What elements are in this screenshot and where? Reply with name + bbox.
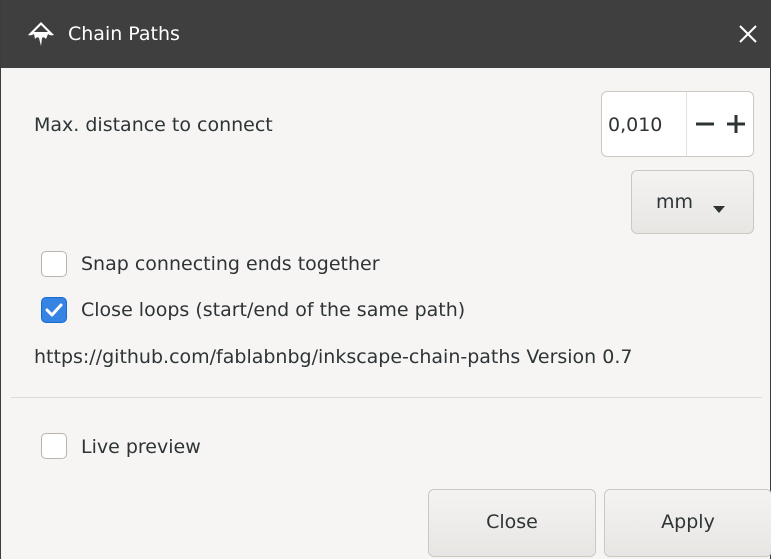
close-loops-label[interactable]: Close loops (start/end of the same path) [81, 298, 465, 322]
live-preview-label[interactable]: Live preview [81, 435, 201, 459]
close-icon[interactable] [734, 20, 762, 48]
separator [11, 397, 762, 398]
checkmark-icon [45, 303, 63, 317]
apply-button[interactable]: Apply [604, 489, 771, 557]
snap-label[interactable]: Snap connecting ends together [81, 252, 380, 276]
chevron-down-icon [712, 199, 726, 213]
inkscape-logo-icon [26, 21, 56, 47]
snap-checkbox[interactable] [41, 251, 67, 277]
close-button[interactable]: Close [428, 489, 596, 557]
distance-input[interactable]: 0,010 [608, 113, 678, 137]
unit-value: mm [656, 191, 694, 213]
info-text: https://github.com/fablabnbg/inkscape-ch… [34, 346, 633, 368]
live-preview-checkbox[interactable] [41, 433, 67, 459]
decrement-button[interactable] [688, 92, 722, 156]
increment-button[interactable] [719, 92, 753, 156]
unit-dropdown[interactable]: mm [631, 170, 754, 234]
minus-icon [696, 122, 714, 126]
plus-icon [727, 115, 745, 133]
chain-paths-dialog: Chain Paths Max. distance to connect 0,0… [0, 0, 771, 559]
window-title: Chain Paths [68, 23, 180, 45]
distance-label: Max. distance to connect [34, 114, 273, 136]
titlebar[interactable]: Chain Paths [1, 0, 771, 68]
distance-spinbutton: 0,010 [601, 91, 754, 157]
close-loops-checkbox[interactable] [41, 297, 67, 323]
spin-divider [686, 92, 687, 156]
